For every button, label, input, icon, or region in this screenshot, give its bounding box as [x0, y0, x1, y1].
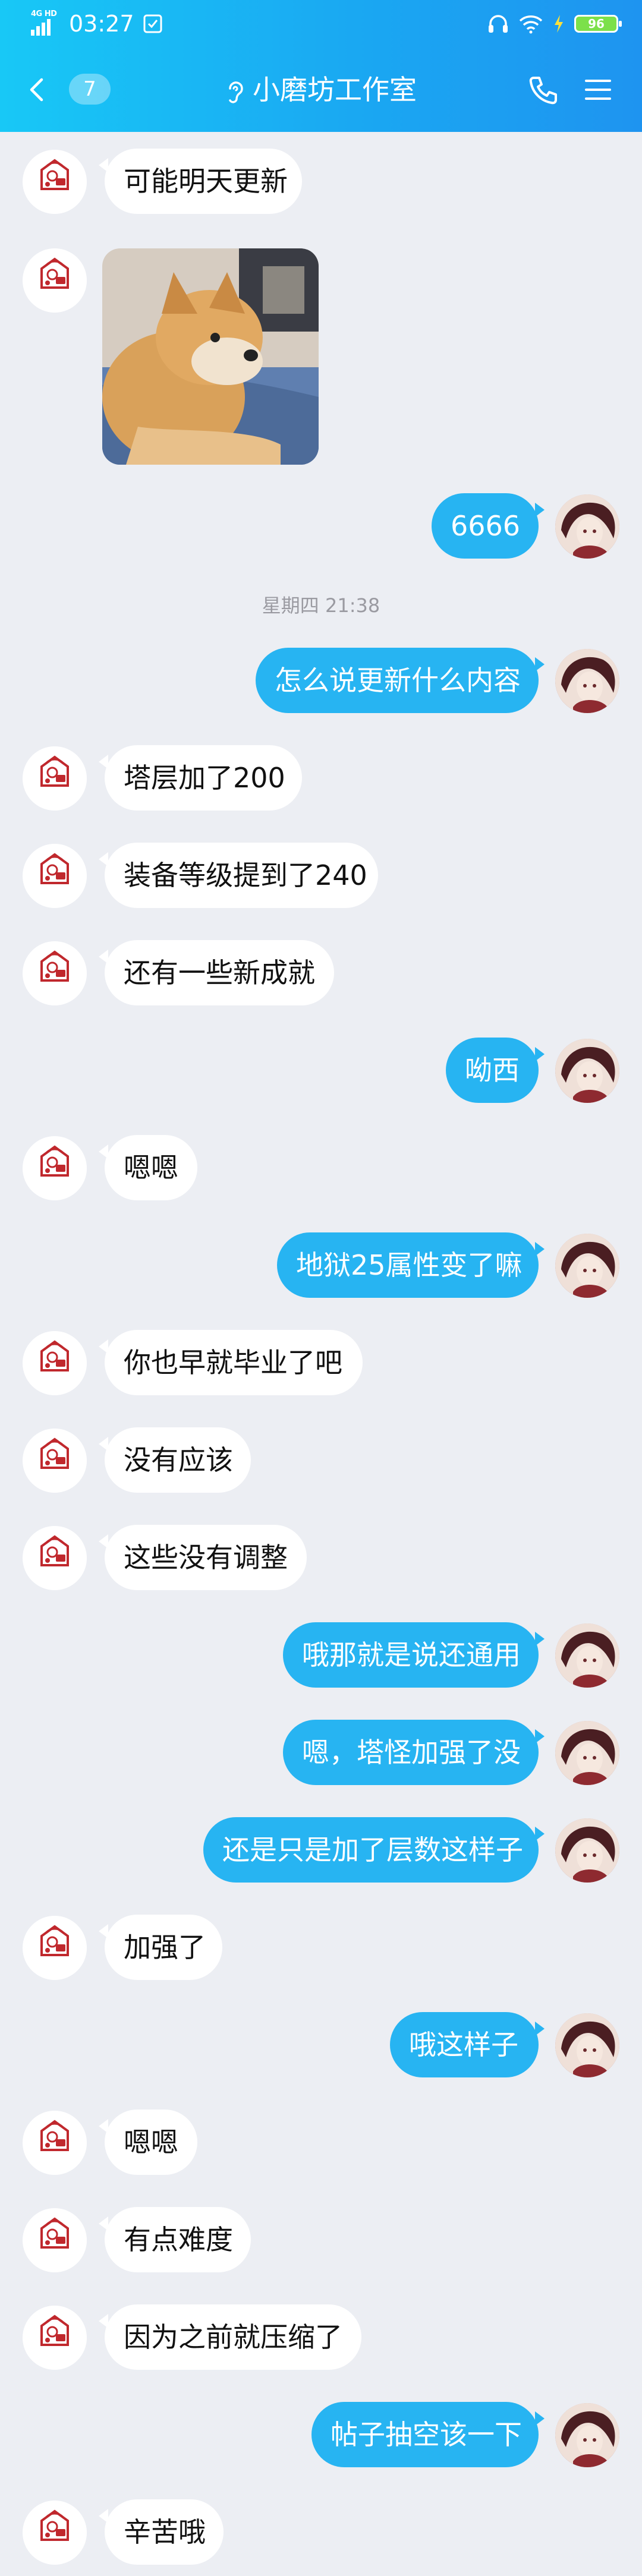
headphones-icon — [489, 15, 508, 33]
contact-avatar[interactable] — [23, 1331, 87, 1395]
my-avatar[interactable] — [555, 1039, 619, 1103]
outgoing-message-bubble[interactable]: 地狱25属性变了嘛 — [277, 1232, 545, 1298]
my-avatar[interactable] — [555, 1721, 619, 1785]
chat-title: 小磨坊工作室 — [253, 74, 417, 106]
outgoing-message-bubble[interactable]: 呦西 — [446, 1038, 545, 1103]
outgoing-message-bubble[interactable]: 6666 — [432, 493, 545, 559]
outgoing-message-bubble[interactable]: 嗯，塔怪加强了没 — [283, 1720, 545, 1785]
my-avatar[interactable] — [555, 1818, 619, 1883]
contact-avatar[interactable] — [23, 248, 87, 313]
incoming-message-bubble[interactable]: 还有一些新成就 — [99, 940, 334, 1005]
contact-avatar[interactable] — [23, 2111, 87, 2175]
incoming-message-bubble[interactable]: 辛苦哦 — [99, 2499, 224, 2565]
incoming-message-bubble[interactable]: 加强了 — [99, 1915, 222, 1980]
status-time: 03:27 — [69, 11, 134, 37]
contact-avatar[interactable] — [23, 1136, 87, 1200]
incoming-message-bubble[interactable]: 没有应该 — [99, 1427, 251, 1493]
signal-icon: 4G HD — [31, 10, 61, 36]
contact-avatar[interactable] — [23, 2208, 87, 2272]
contact-avatar[interactable] — [23, 2306, 87, 2370]
message-timestamp: 星期四 21:38 — [262, 594, 380, 617]
charging-icon — [555, 15, 563, 33]
my-avatar[interactable] — [555, 2403, 619, 2467]
my-avatar[interactable] — [555, 494, 619, 559]
my-avatar[interactable] — [555, 1234, 619, 1298]
incoming-message-bubble[interactable]: 嗯嗯 — [99, 2110, 197, 2175]
chat-navbar: 7 小磨坊工作室 — [0, 57, 642, 122]
my-avatar[interactable] — [555, 2013, 619, 2077]
incoming-message-bubble[interactable]: 因为之前就压缩了 — [99, 2304, 361, 2370]
incoming-message-bubble[interactable]: 装备等级提到了240 — [99, 843, 378, 908]
header-bar: 4G HD 03:27 96 7 小磨坊工作室 — [0, 0, 642, 132]
outgoing-message-bubble[interactable]: 帖子抽空该一下 — [311, 2402, 545, 2467]
wifi-icon — [519, 15, 543, 34]
status-bar: 4G HD 03:27 96 — [0, 0, 642, 48]
contact-avatar[interactable] — [23, 1429, 87, 1493]
incoming-message-bubble[interactable]: 塔层加了200 — [99, 745, 302, 811]
outgoing-message-bubble[interactable]: 哦那就是说还通用 — [283, 1622, 545, 1688]
incoming-message-bubble[interactable]: 这些没有调整 — [99, 1525, 307, 1590]
ear-icon — [229, 81, 243, 103]
contact-avatar[interactable] — [23, 150, 87, 214]
dog-photo[interactable] — [102, 248, 319, 465]
outgoing-message-bubble[interactable]: 哦这样子 — [390, 2012, 545, 2077]
incoming-message-bubble[interactable]: 你也早就毕业了吧 — [99, 1330, 363, 1395]
incoming-message-bubble[interactable]: 嗯嗯 — [99, 1135, 197, 1200]
phone-icon[interactable] — [528, 75, 559, 106]
contact-avatar[interactable] — [23, 1526, 87, 1590]
my-avatar[interactable] — [555, 649, 619, 713]
dog-photo-image — [102, 248, 319, 465]
outgoing-message-bubble[interactable]: 怎么说更新什么内容 — [256, 648, 545, 713]
incoming-message-bubble[interactable]: 可能明天更新 — [99, 149, 302, 214]
incoming-message-bubble[interactable]: 有点难度 — [99, 2207, 251, 2272]
contact-avatar[interactable] — [23, 941, 87, 1005]
contact-avatar[interactable] — [23, 1916, 87, 1980]
battery-indicator: 96 — [574, 15, 622, 33]
contact-avatar[interactable] — [23, 746, 87, 811]
network-label: 4G HD — [31, 10, 57, 18]
notification-icon — [143, 14, 162, 33]
menu-icon[interactable] — [584, 77, 612, 102]
my-avatar[interactable] — [555, 1623, 619, 1688]
contact-avatar[interactable] — [23, 844, 87, 908]
outgoing-message-bubble[interactable]: 还是只是加了层数这样子 — [203, 1817, 545, 1883]
contact-avatar[interactable] — [23, 2501, 87, 2565]
